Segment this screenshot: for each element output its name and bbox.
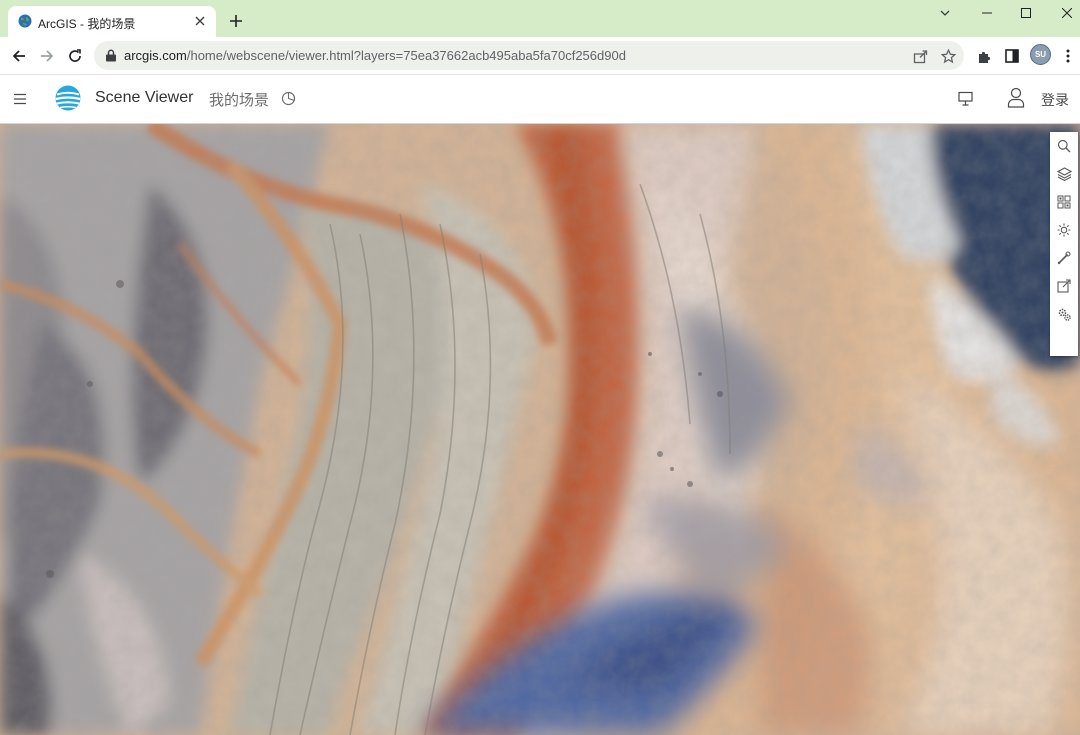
scene-title[interactable]: 我的场景 (209, 89, 269, 110)
scene-tools-panel (1050, 132, 1078, 356)
browser-menu-dots-icon[interactable] (1057, 45, 1079, 67)
window-close-icon[interactable] (1046, 0, 1080, 26)
reload-icon[interactable] (62, 43, 88, 69)
tab-title: ArcGIS - 我的场景 (38, 17, 136, 31)
globe-favicon-icon (18, 14, 32, 28)
bookmark-star-icon[interactable] (938, 46, 958, 66)
browser-toolbar: arcgis.com/home/webscene/viewer.html?lay… (0, 37, 1080, 75)
user-icon[interactable] (1007, 87, 1025, 108)
browser-tab-arcgis[interactable]: ArcGIS - 我的场景 (8, 6, 216, 37)
tab-search-chevron-icon[interactable] (924, 0, 966, 26)
profile-avatar[interactable]: SU (1030, 44, 1051, 65)
settings-icon[interactable] (1050, 300, 1078, 328)
lock-icon[interactable] (105, 49, 117, 62)
app-title: Scene Viewer (95, 89, 194, 106)
extensions-puzzle-icon[interactable] (973, 45, 995, 67)
address-bar[interactable]: arcgis.com/home/webscene/viewer.html?lay… (94, 41, 964, 70)
close-tab-icon[interactable] (190, 11, 210, 31)
basemap-gallery-icon[interactable] (1050, 188, 1078, 216)
maximize-icon[interactable] (1005, 0, 1047, 26)
back-arrow-icon[interactable] (6, 43, 32, 69)
att-globe-logo-icon[interactable] (55, 85, 81, 111)
app-header: Scene Viewer 我的场景 登录 (0, 75, 1080, 124)
share-page-icon[interactable] (910, 46, 930, 66)
search-icon[interactable] (1050, 132, 1078, 160)
new-tab-button[interactable] (224, 9, 248, 33)
scene-view-canvas[interactable] (0, 124, 1080, 735)
layers-icon[interactable] (1050, 160, 1078, 188)
url-path: /home/webscene/viewer.html?layers=75ea37… (186, 48, 626, 63)
share-icon[interactable] (1050, 272, 1078, 300)
side-panel-icon[interactable] (1001, 45, 1023, 67)
satellite-imagery[interactable] (0, 124, 1080, 735)
hamburger-menu-icon[interactable] (13, 91, 29, 107)
forward-arrow-icon[interactable] (34, 43, 60, 69)
url-host: arcgis.com (124, 48, 187, 63)
address-url[interactable]: arcgis.com/home/webscene/viewer.html?lay… (124, 48, 626, 63)
browser-tabstrip: ArcGIS - 我的场景 (0, 0, 1080, 37)
scene-info-pie-icon[interactable] (281, 91, 296, 106)
presentation-icon[interactable] (957, 90, 974, 107)
daylight-icon[interactable] (1050, 216, 1078, 244)
sign-in-link[interactable]: 登录 (1041, 90, 1069, 110)
minimize-icon[interactable] (966, 0, 1008, 26)
measure-icon[interactable] (1050, 244, 1078, 272)
